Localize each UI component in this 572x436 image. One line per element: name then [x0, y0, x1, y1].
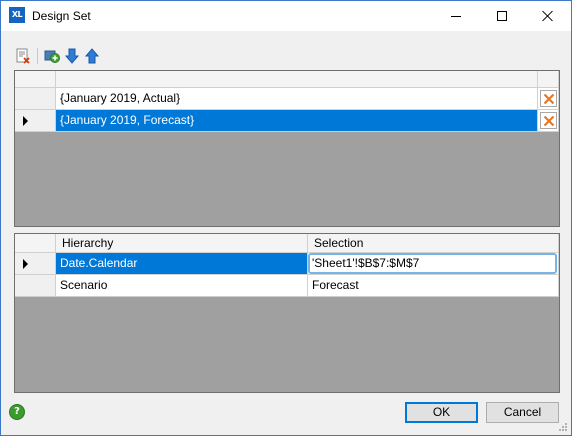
set-value-cell[interactable]: {January 2019, Forecast}	[56, 110, 538, 132]
table-row[interactable]: {January 2019, Forecast}	[15, 110, 559, 132]
row-header[interactable]	[15, 275, 56, 297]
selection-column-header[interactable]: Selection	[308, 234, 559, 253]
maximize-icon	[497, 11, 507, 21]
row-header-corner	[15, 234, 56, 253]
selection-cell[interactable]: 'Sheet1'!$B$7:$M$7	[308, 253, 559, 275]
sets-grid-header	[15, 71, 559, 88]
toolbar-separator	[37, 48, 38, 64]
clear-list-icon	[16, 48, 30, 64]
table-row[interactable]: {January 2019, Actual}	[15, 88, 559, 110]
selection-edit-field[interactable]: 'Sheet1'!$B$7:$M$7	[308, 253, 557, 274]
help-icon: ?	[14, 406, 20, 417]
ok-button[interactable]: OK	[405, 402, 478, 423]
help-button[interactable]: ?	[9, 404, 25, 420]
move-up-icon	[84, 48, 100, 64]
current-row-icon	[23, 259, 28, 269]
hierarchy-cell[interactable]: Date.Calendar	[56, 253, 308, 275]
design-set-dialog: XL Design Set {January 2019, Actual} {Ja…	[0, 0, 572, 436]
set-value-text: {January 2019, Actual}	[60, 91, 181, 105]
row-header[interactable]	[15, 253, 56, 275]
table-row[interactable]: Date.Calendar 'Sheet1'!$B$7:$M$7	[15, 253, 559, 275]
maximize-button[interactable]	[479, 1, 525, 31]
delete-column-header	[538, 71, 559, 88]
table-row[interactable]: Scenario Forecast	[15, 275, 559, 297]
delete-cell	[538, 110, 559, 132]
move-down-button[interactable]	[62, 46, 82, 66]
close-button[interactable]	[525, 1, 571, 31]
delete-row-button[interactable]	[540, 112, 557, 129]
delete-cell	[538, 88, 559, 110]
resize-grip-icon[interactable]	[558, 422, 568, 432]
hierarchy-grid: Hierarchy Selection Date.Calendar 'Sheet…	[14, 233, 560, 393]
hierarchy-grid-header: Hierarchy Selection	[15, 234, 559, 253]
sets-column-header[interactable]	[56, 71, 538, 88]
hierarchy-text: Scenario	[60, 278, 108, 292]
row-header[interactable]	[15, 110, 56, 132]
delete-icon	[543, 93, 554, 104]
minimize-icon	[451, 15, 461, 17]
window-title: Design Set	[32, 9, 91, 23]
set-value-cell[interactable]: {January 2019, Actual}	[56, 88, 538, 110]
selection-cell[interactable]: Forecast	[308, 275, 559, 297]
add-item-icon	[44, 50, 60, 63]
hierarchy-column-label: Hierarchy	[62, 236, 114, 250]
selection-text: Forecast	[312, 278, 359, 292]
selection-text: 'Sheet1'!$B$7:$M$7	[312, 256, 420, 270]
sets-grid: {January 2019, Actual} {January 2019, Fo…	[14, 70, 560, 227]
xl-app-icon: XL	[9, 7, 25, 23]
hierarchy-column-header[interactable]: Hierarchy	[56, 234, 308, 253]
row-header[interactable]	[15, 88, 56, 110]
title-bar[interactable]: XL Design Set	[1, 1, 571, 31]
selection-column-label: Selection	[314, 236, 364, 250]
set-value-text: {January 2019, Forecast}	[60, 113, 195, 127]
add-item-button[interactable]	[42, 46, 62, 66]
hierarchy-cell[interactable]: Scenario	[56, 275, 308, 297]
row-header-corner	[15, 71, 56, 88]
cancel-button[interactable]: Cancel	[486, 402, 559, 423]
close-icon	[542, 10, 554, 22]
delete-icon	[543, 115, 554, 126]
minimize-button[interactable]	[433, 1, 479, 31]
toolbar	[13, 45, 133, 67]
move-up-button[interactable]	[82, 46, 102, 66]
delete-row-button[interactable]	[540, 90, 557, 107]
current-row-icon	[23, 116, 28, 126]
clear-list-button[interactable]	[13, 46, 33, 66]
hierarchy-text: Date.Calendar	[60, 256, 138, 270]
move-down-icon	[64, 48, 80, 64]
